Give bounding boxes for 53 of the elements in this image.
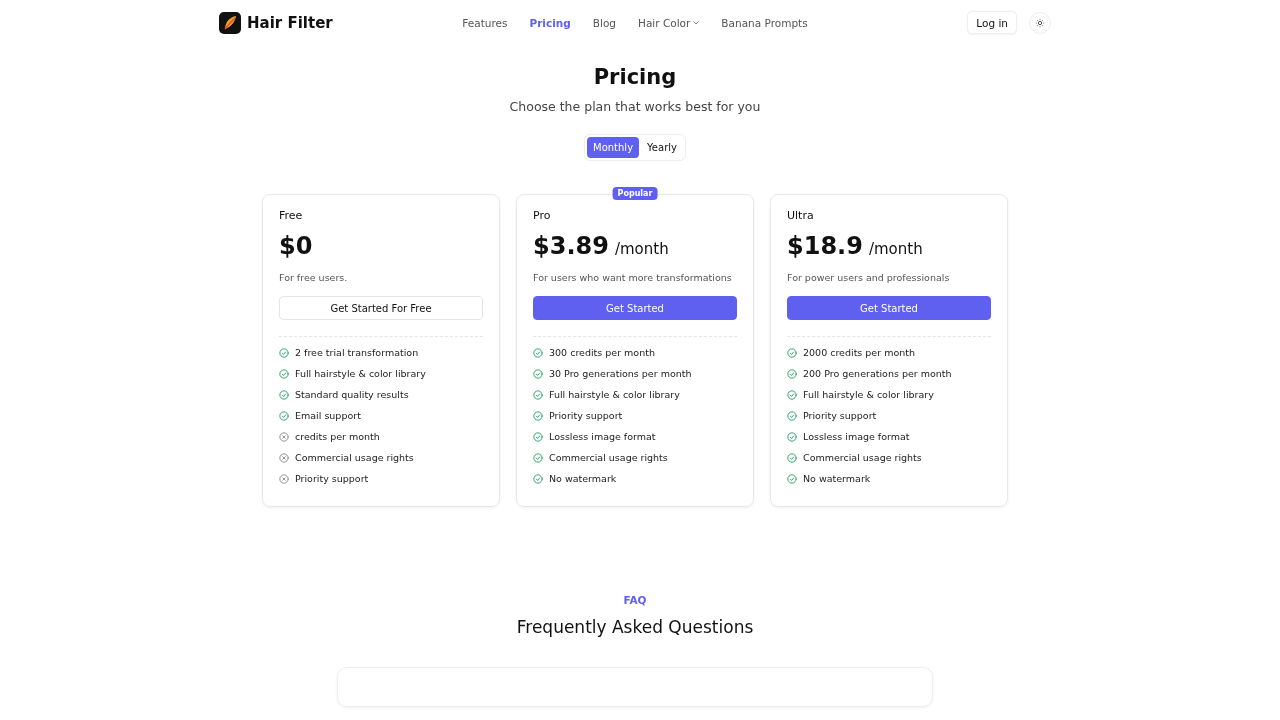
plan-price: $18.9 xyxy=(787,232,863,260)
logo-icon[interactable] xyxy=(219,11,241,34)
feature-text: No watermark xyxy=(803,473,871,484)
plan-description: For power users and professionals xyxy=(787,272,951,283)
nav-link[interactable]: Hair Color xyxy=(638,16,700,29)
feature-text: Commercial usage rights xyxy=(549,452,668,463)
feature-text: Lossless image format xyxy=(803,431,910,442)
chevron-down-icon xyxy=(693,20,700,25)
nav-link[interactable]: Features xyxy=(462,16,508,29)
theme-toggle-button[interactable] xyxy=(1029,11,1051,34)
feature-text: Priority support xyxy=(803,410,877,421)
nav-link[interactable]: Blog xyxy=(592,16,616,29)
popular-badge: Popular xyxy=(612,187,658,200)
get-started-button[interactable]: Get Started For Free xyxy=(279,296,483,320)
page-subtitle: Choose the plan that works best for you xyxy=(509,99,761,114)
faq-title: Frequently Asked Questions xyxy=(516,617,754,637)
feature-text: Full hairstyle & color library xyxy=(803,389,934,400)
feature-text: 300 credits per month xyxy=(549,347,655,358)
login-button[interactable]: Log in xyxy=(967,11,1017,34)
brand-name[interactable]: Hair Filter xyxy=(247,13,333,32)
feature-text: credits per month xyxy=(295,431,380,442)
price-period: /month xyxy=(868,240,923,258)
plan-description: For users who want more transformations xyxy=(533,272,733,283)
feature-text: Lossless image format xyxy=(549,431,656,442)
nav-link[interactable]: Pricing xyxy=(529,16,571,29)
faq-eyebrow: FAQ xyxy=(623,594,647,606)
price-period: /month xyxy=(614,240,669,258)
plan-price: $3.89 xyxy=(533,232,609,260)
plan-description: For free users. xyxy=(279,272,349,283)
feature-text: Full hairstyle & color library xyxy=(549,389,680,400)
feature-text: Priority support xyxy=(549,410,623,421)
feature-text: Priority support xyxy=(295,473,369,484)
feature-text: Full hairstyle & color library xyxy=(295,368,426,379)
page-title: Pricing xyxy=(593,65,677,89)
feature-text: Standard quality results xyxy=(295,389,409,400)
feature-text: Commercial usage rights xyxy=(803,452,922,463)
feature-text: Commercial usage rights xyxy=(295,452,414,463)
get-started-button[interactable]: Get Started xyxy=(533,296,737,320)
sun-icon xyxy=(1035,17,1045,28)
plan-name: Free xyxy=(279,209,304,222)
feature-text: No watermark xyxy=(549,473,617,484)
billing-tab[interactable]: Monthly xyxy=(587,137,640,158)
plan-name: Pro xyxy=(533,209,552,222)
billing-tab[interactable]: Yearly xyxy=(641,137,683,158)
nav-link[interactable]: Banana Prompts xyxy=(721,16,808,29)
get-started-button[interactable]: Get Started xyxy=(787,296,991,320)
plan-price: $0 xyxy=(279,232,313,260)
feature-text: Email support xyxy=(295,410,361,421)
feature-text: 2000 credits per month xyxy=(803,347,915,358)
feature-text: 200 Pro generations per month xyxy=(803,368,952,379)
plan-name: Ultra xyxy=(787,209,815,222)
feature-text: 2 free trial transformation xyxy=(295,347,419,358)
feature-text: 30 Pro generations per month xyxy=(549,368,692,379)
